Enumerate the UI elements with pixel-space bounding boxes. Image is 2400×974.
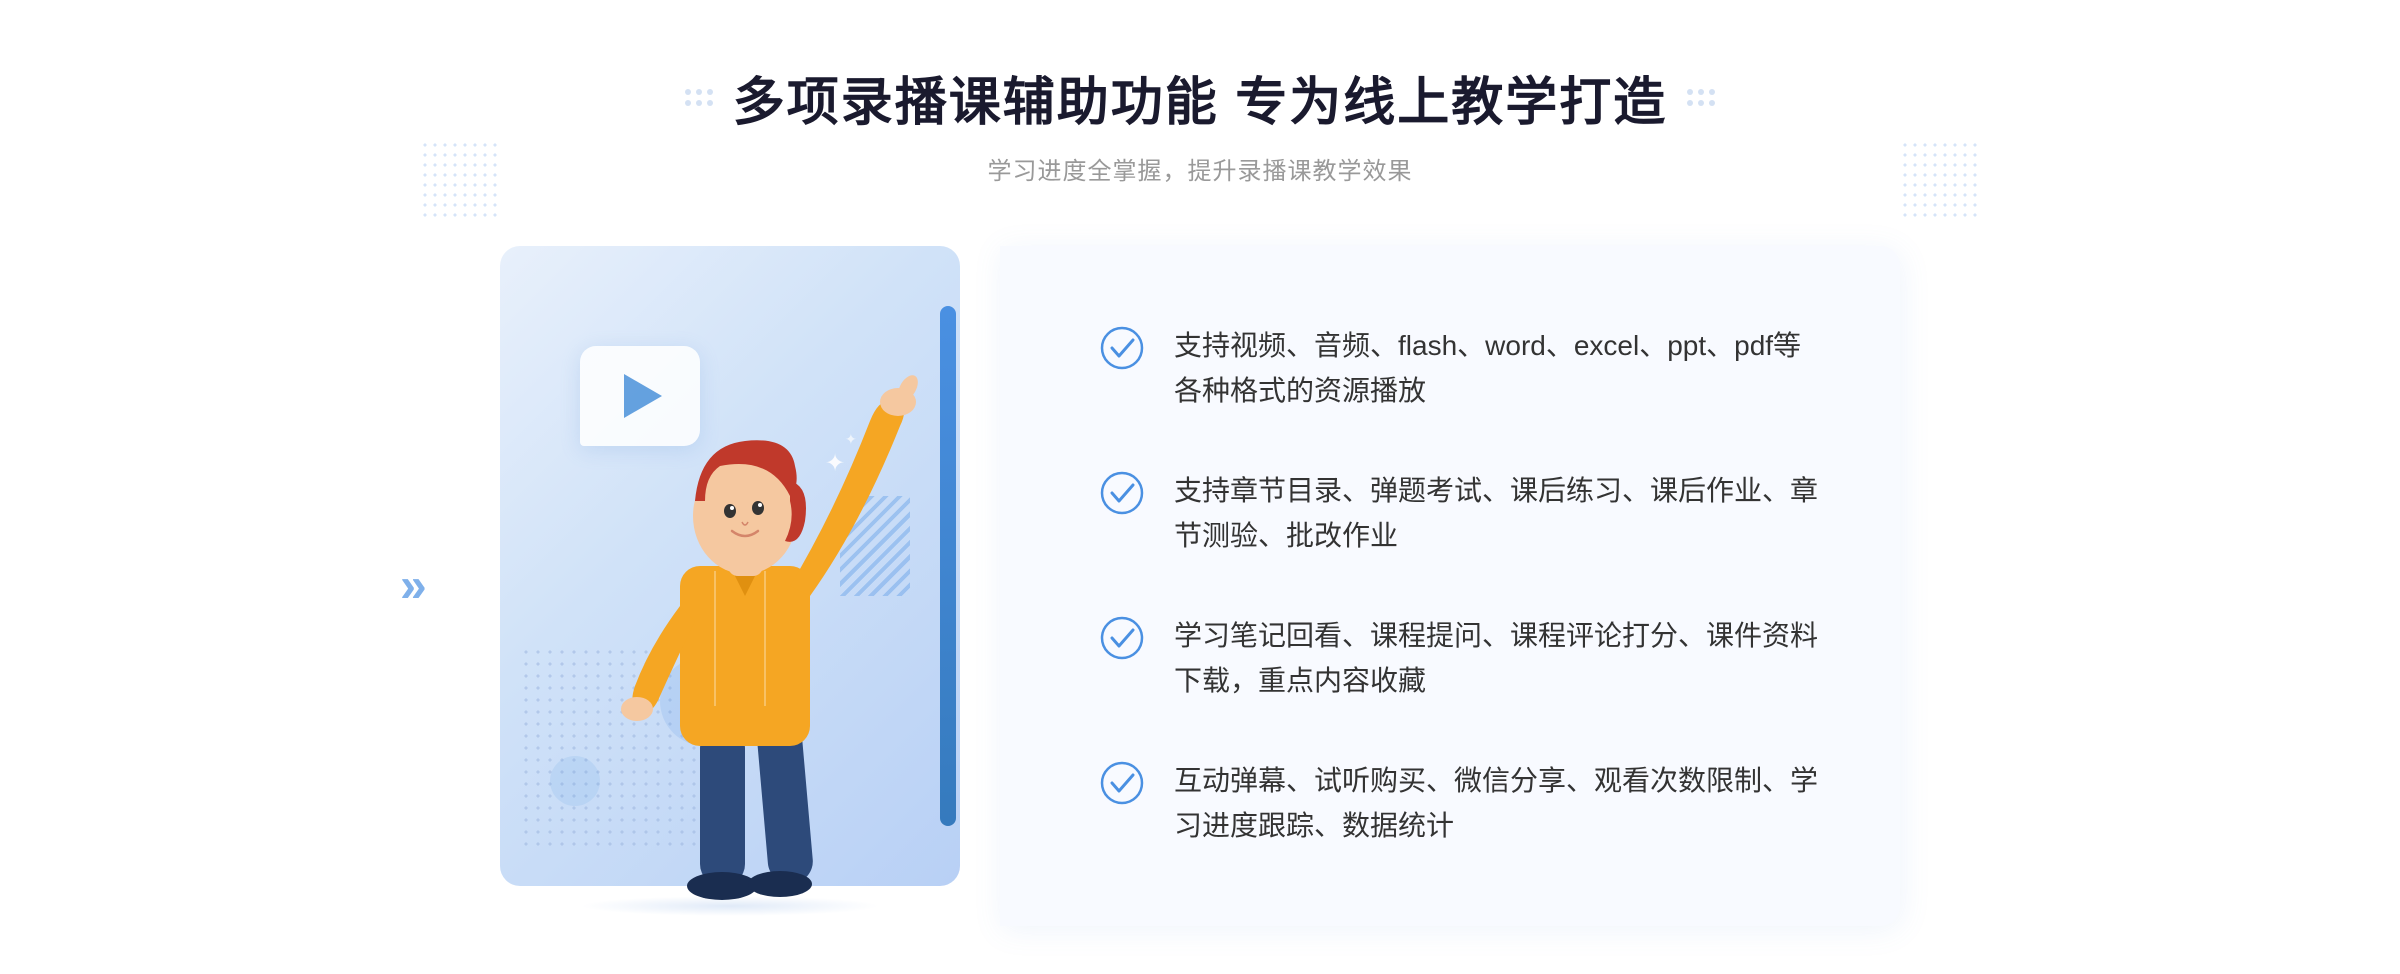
feature-item-4: 互动弹幕、试听购买、微信分享、观看次数限制、学习进度跟踪、数据统计 [1100, 739, 1820, 869]
feature-item-2: 支持章节目录、弹题考试、课后练习、课后作业、章节测验、批改作业 [1100, 449, 1820, 579]
dots-decoration-right [1900, 140, 1980, 220]
blue-vertical-bar [940, 306, 956, 826]
feature-text-1: 支持视频、音频、flash、word、excel、ppt、pdf等各种格式的资源… [1174, 324, 1820, 414]
right-features-panel: 支持视频、音频、flash、word、excel、ppt、pdf等各种格式的资源… [1000, 246, 1900, 926]
title-row: 多项录播课辅助功能 专为线上教学打造 [685, 60, 1715, 135]
left-chevron-icon: » [400, 559, 427, 614]
check-icon-2 [1100, 471, 1144, 515]
content-area: » [500, 246, 1900, 926]
check-icon-4 [1100, 761, 1144, 805]
subtitle: 学习进度全掌握，提升录播课教学效果 [987, 151, 1412, 186]
title-dots-left-icon [685, 89, 713, 106]
dots-decoration-left [420, 140, 500, 220]
check-icon-1 [1100, 326, 1144, 370]
header-section: 多项录播课辅助功能 专为线上教学打造 学习进度全掌握，提升录播课教学效果 [685, 60, 1715, 186]
svg-text:✦: ✦ [845, 431, 857, 447]
title-dots-right-icon [1687, 89, 1715, 106]
feature-text-2: 支持章节目录、弹题考试、课后练习、课后作业、章节测验、批改作业 [1174, 469, 1820, 559]
check-icon-3 [1100, 616, 1144, 660]
feature-text-3: 学习笔记回看、课程提问、课程评论打分、课件资料下载，重点内容收藏 [1174, 614, 1820, 704]
svg-text:✦: ✦ [825, 450, 845, 477]
page-container: 多项录播课辅助功能 专为线上教学打造 学习进度全掌握，提升录播课教学效果 » [0, 0, 2400, 974]
feature-text-4: 互动弹幕、试听购买、微信分享、观看次数限制、学习进度跟踪、数据统计 [1174, 759, 1820, 849]
main-title: 多项录播课辅助功能 专为线上教学打造 [733, 60, 1667, 135]
person-illustration: ✦ ✦ [540, 326, 960, 926]
feature-item-3: 学习笔记回看、课程提问、课程评论打分、课件资料下载，重点内容收藏 [1100, 594, 1820, 724]
left-image-section: ✦ ✦ [500, 246, 1020, 926]
feature-item-1: 支持视频、音频、flash、word、excel、ppt、pdf等各种格式的资源… [1100, 304, 1820, 434]
